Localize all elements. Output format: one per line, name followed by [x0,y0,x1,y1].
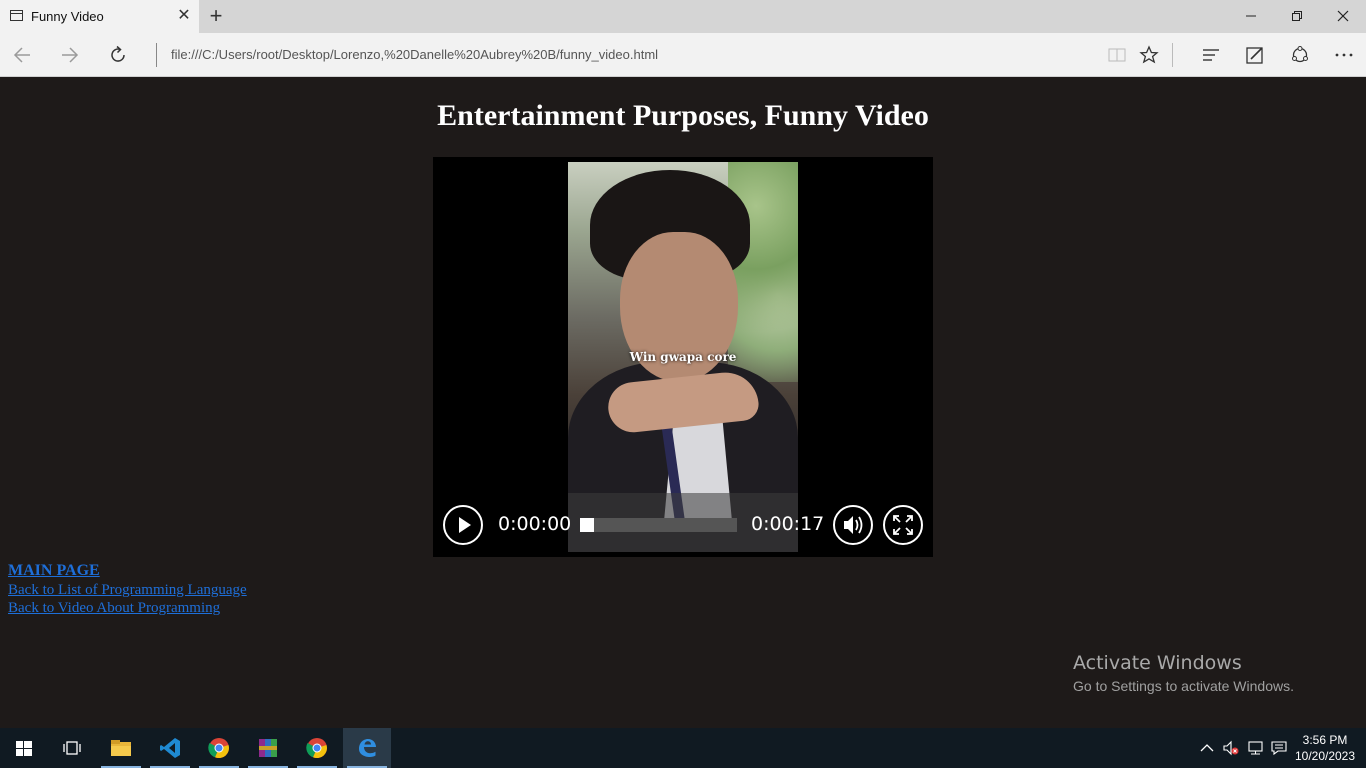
forward-arrow-icon [62,47,79,63]
watermark-title: Activate Windows [1073,652,1242,674]
seek-bar[interactable] [580,518,737,532]
programming-video-link[interactable]: Back to Video About Programming [8,599,247,618]
browser-tab[interactable]: Funny Video ✕ [0,0,199,33]
watermark-subtitle: Go to Settings to activate Windows. [1073,678,1294,694]
play-button[interactable] [443,505,483,545]
winrar-button[interactable] [244,728,292,768]
browser-navbar: file:///C:/Users/root/Desktop/Lorenzo,%2… [0,33,1366,77]
main-page-link[interactable]: MAIN PAGE [8,562,247,581]
taskbar-clock[interactable]: 3:56 PM 10/20/2023 [1290,732,1360,764]
fullscreen-button[interactable] [883,505,923,545]
back-arrow-icon [13,47,30,63]
edge-icon [359,739,376,757]
network-icon [1248,741,1263,755]
page-icon [10,10,23,21]
show-hidden-icons-button[interactable] [1198,740,1216,756]
vscode-icon [160,738,180,758]
network-tray-button[interactable] [1246,740,1264,756]
forward-button[interactable] [56,41,84,69]
volume-tray-button[interactable] [1222,740,1240,756]
hub-button[interactable] [1197,41,1225,69]
programming-language-list-link[interactable]: Back to List of Programming Language [8,581,247,600]
video-player[interactable]: Win gwapa core 0:00:00 0:00:17 [433,157,933,557]
chrome-button[interactable] [195,728,243,768]
chrome-icon [208,738,229,759]
action-center-button[interactable] [1270,740,1288,756]
close-tab-icon[interactable]: ✕ [176,7,192,25]
share-button[interactable] [1286,41,1314,69]
refresh-button[interactable] [104,41,132,69]
clock-time: 3:56 PM [1302,733,1348,747]
tab-title: Funny Video [31,9,104,24]
reading-view-button[interactable] [1103,41,1131,69]
minimize-icon [1246,15,1256,17]
browser-titlebar: Funny Video ✕ + [0,0,1366,33]
minimize-button[interactable] [1228,0,1274,33]
video-caption: Win gwapa core [629,350,737,364]
chrome-button-2[interactable] [293,728,341,768]
task-view-icon [63,741,81,755]
video-controls: 0:00:00 0:00:17 [433,493,933,557]
reading-view-icon [1108,48,1126,62]
volume-muted-icon [1223,740,1239,756]
web-note-icon [1246,47,1263,64]
taskbar: 3:56 PM 10/20/2023 [0,728,1366,768]
start-button[interactable] [0,728,48,768]
close-window-button[interactable] [1320,0,1366,33]
activation-watermark: Activate Windows Go to Settings to activ… [1073,652,1294,694]
clock-date: 10/20/2023 [1294,749,1356,763]
toolbar-divider [1172,43,1173,67]
file-explorer-icon [111,740,131,756]
seek-thumb[interactable] [580,518,594,532]
start-icon [16,741,32,756]
winrar-icon [259,739,277,757]
share-icon [1292,46,1308,63]
more-button[interactable] [1330,41,1358,69]
file-explorer-button[interactable] [97,728,145,768]
vscode-button[interactable] [146,728,194,768]
duration: 0:00:17 [751,513,825,535]
navigation-links: MAIN PAGE Back to List of Programming La… [8,562,247,618]
back-button[interactable] [8,41,36,69]
volume-icon [844,516,863,534]
web-note-button[interactable] [1241,41,1269,69]
restore-button[interactable] [1274,0,1320,33]
address-bar[interactable]: file:///C:/Users/root/Desktop/Lorenzo,%2… [171,47,658,62]
hub-icon [1203,49,1219,61]
new-tab-button[interactable]: + [205,4,227,28]
star-icon [1139,45,1159,64]
more-icon [1335,53,1353,57]
volume-button[interactable] [833,505,873,545]
restore-icon [1292,11,1302,21]
current-time: 0:00:00 [498,513,572,535]
task-view-button[interactable] [48,728,96,768]
edge-button[interactable] [343,728,391,768]
chevron-up-icon [1200,744,1214,752]
chrome-icon [306,738,327,759]
fullscreen-icon [893,515,913,535]
close-icon [1337,10,1349,22]
favorite-button[interactable] [1135,41,1163,69]
refresh-icon [111,45,125,62]
address-divider [156,43,157,67]
page-title: Entertainment Purposes, Funny Video [437,99,929,132]
play-icon [459,517,471,533]
notification-icon [1271,741,1287,756]
